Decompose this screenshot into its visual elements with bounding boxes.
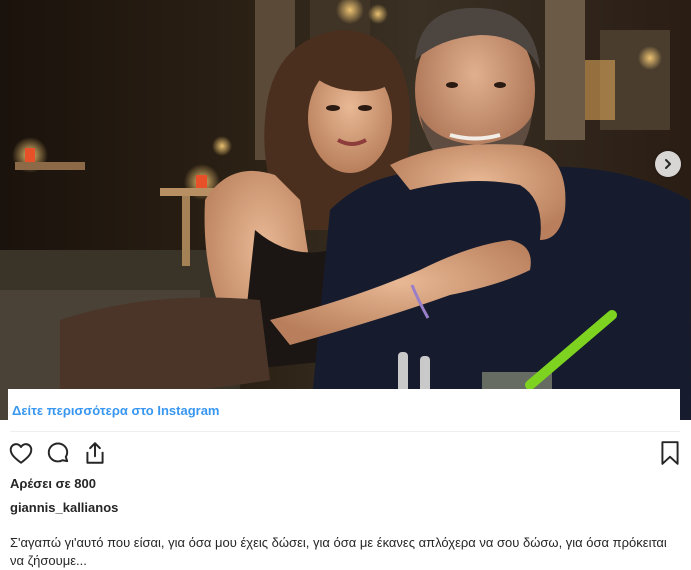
like-button[interactable]	[8, 440, 34, 471]
heart-icon	[9, 443, 33, 464]
post-actions	[8, 440, 684, 468]
view-more-bar: Δείτε περισσότερα στο Instagram	[8, 389, 680, 420]
bookmark-icon	[661, 441, 679, 465]
likes-count[interactable]: Αρέσει σε 800	[10, 476, 96, 491]
divider	[10, 431, 680, 432]
post-username[interactable]: giannis_kallianos	[10, 500, 118, 515]
comment-button[interactable]	[45, 440, 71, 471]
view-more-link[interactable]: Δείτε περισσότερα στο Instagram	[12, 403, 220, 418]
next-photo-button[interactable]	[655, 151, 681, 177]
share-icon	[86, 442, 104, 464]
photo-illustration	[0, 0, 691, 420]
save-button[interactable]	[658, 440, 682, 471]
chevron-right-icon	[665, 159, 671, 169]
post-photo[interactable]	[0, 0, 691, 420]
comment-icon	[47, 442, 69, 463]
post-caption: Σ'αγαπώ γι'αυτό που είσαι, για όσα μου έ…	[10, 535, 667, 568]
share-button[interactable]	[82, 440, 108, 471]
